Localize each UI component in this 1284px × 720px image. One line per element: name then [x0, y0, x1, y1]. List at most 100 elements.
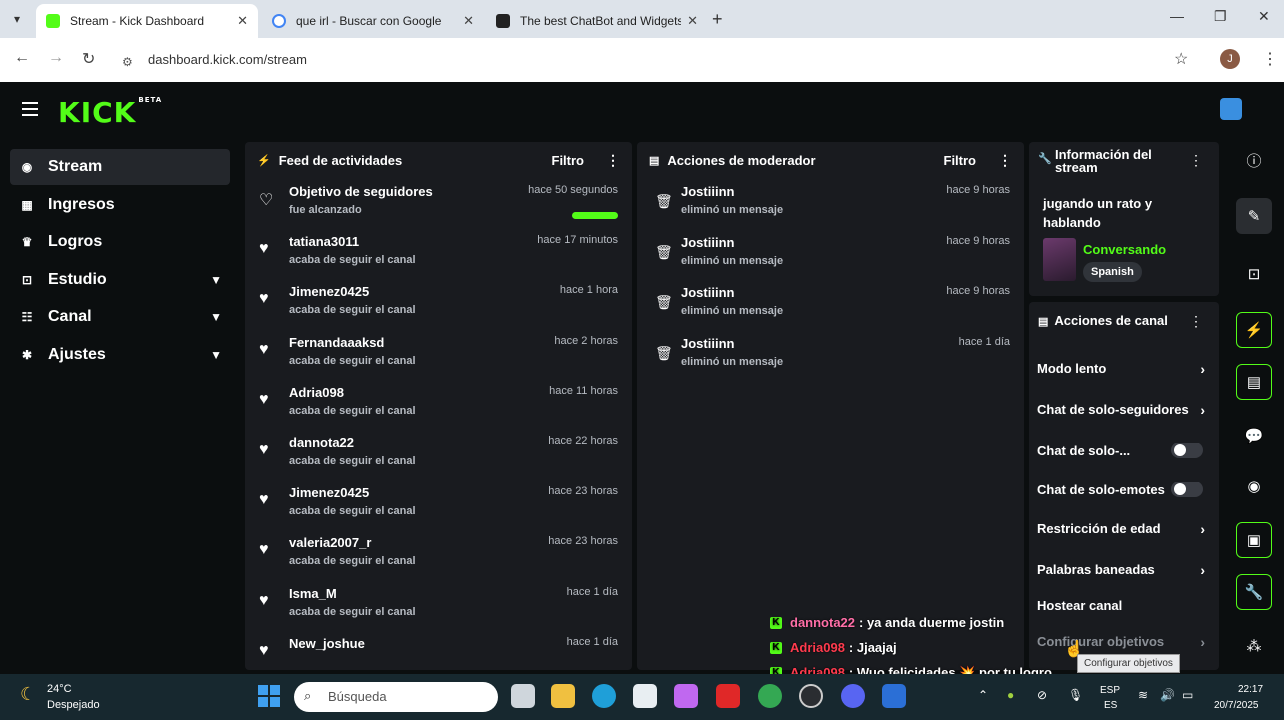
weather-desc[interactable]: Despejado — [47, 699, 100, 711]
sidebar-item-ingresos[interactable]: ▦ Ingresos — [10, 187, 230, 223]
sidebar-item-logros[interactable]: ♛ Logros — [10, 224, 230, 260]
discord-icon[interactable] — [841, 684, 865, 708]
taskbar-search[interactable]: Búsqueda — [294, 682, 498, 712]
more-options-icon[interactable]: ⋮ — [998, 152, 1012, 169]
list-item[interactable]: 🗑 Jostiiinn eliminó un mensaje hace 9 ho… — [637, 178, 1024, 229]
microphone-icon[interactable]: 🎙 — [1068, 688, 1083, 702]
reload-icon[interactable]: ↻ — [82, 49, 95, 69]
document-icon[interactable]: ▤ — [1236, 364, 1272, 400]
chevron-right-icon: › — [1200, 634, 1205, 649]
more-options-icon[interactable]: ⋮ — [606, 152, 620, 169]
emotes-only-toggle[interactable] — [1171, 482, 1203, 497]
emotes-only-chat-row[interactable]: Chat de solo-emotes — [1037, 482, 1211, 497]
weather-temp[interactable]: 24°C — [47, 683, 72, 695]
category-link[interactable]: Conversando — [1083, 242, 1166, 257]
channel-actions-icon[interactable]: ▣ — [1236, 522, 1272, 558]
list-item[interactable]: ♡ Objetivo de seguidores fue alcanzado h… — [245, 178, 632, 228]
maximize-icon[interactable]: ❐ — [1214, 8, 1227, 25]
info-icon[interactable]: ⓘ — [1236, 142, 1272, 178]
obs-icon[interactable] — [799, 684, 823, 708]
moderator-actions-header: ▤ Acciones de moderador Filtro ⋮ — [637, 142, 1024, 178]
volume-icon[interactable]: 🔊 — [1160, 688, 1175, 702]
screen-capture-icon[interactable]: ⊡ — [1236, 256, 1272, 292]
tab-kick-dashboard[interactable]: Stream - Kick Dashboard ✕ — [36, 4, 258, 38]
list-item[interactable]: ♥ Isma_M acaba de seguir el canal hace 1… — [245, 580, 632, 630]
more-options-icon[interactable]: ⋮ — [1189, 313, 1203, 330]
edit-pencil-icon[interactable]: ✎ — [1236, 198, 1272, 234]
language-indicator[interactable]: ESP — [1100, 685, 1120, 696]
tab-search-icon[interactable]: ▾ — [6, 8, 28, 30]
file-explorer-icon[interactable] — [551, 684, 575, 708]
sidebar-item-canal[interactable]: ☷ Canal ▼ — [10, 299, 230, 335]
more-options-icon[interactable]: ⋮ — [1189, 152, 1203, 169]
list-item[interactable]: ♥ Adria098 acaba de seguir el canal hace… — [245, 379, 632, 429]
host-channel-row[interactable]: Hostear canal — [1037, 598, 1211, 613]
close-tab-icon[interactable]: ✕ — [687, 13, 698, 29]
list-item[interactable]: ♥ Fernandaaaksd acaba de seguir el canal… — [245, 329, 632, 379]
list-item[interactable]: ♥ New_joshue hace 1 día — [245, 630, 632, 670]
subscribers-only-toggle[interactable] — [1171, 443, 1203, 458]
widgets-icon[interactable]: ⁂ — [1236, 628, 1272, 664]
wps-icon[interactable] — [716, 684, 740, 708]
close-window-icon[interactable]: ✕ — [1258, 8, 1270, 25]
app-icon[interactable] — [882, 684, 906, 708]
list-item[interactable]: 🗑 Jostiiinn eliminó un mensaje hace 9 ho… — [637, 279, 1024, 330]
close-tab-icon[interactable]: ✕ — [463, 13, 474, 29]
list-item[interactable]: ♥ dannota22 acaba de seguir el canal hac… — [245, 429, 632, 479]
list-item[interactable]: ♥ Jimenez0425 acaba de seguir el canal h… — [245, 278, 632, 328]
close-tab-icon[interactable]: ✕ — [237, 13, 248, 29]
chevron-up-icon[interactable]: ⌃ — [978, 688, 988, 702]
sidebar-item-ajustes[interactable]: ✱ Ajustes ▼ — [10, 337, 230, 373]
site-info-icon[interactable]: ⚙ — [122, 55, 133, 69]
browser-menu-icon[interactable]: ⋮ — [1262, 49, 1278, 69]
notifications-muted-icon[interactable]: ⊘ — [1037, 688, 1047, 702]
battery-icon[interactable]: ▭ — [1182, 688, 1193, 702]
tab-google-search[interactable]: que irl - Buscar con Google ✕ — [262, 4, 484, 38]
feed-item-time: hace 1 día — [566, 585, 618, 598]
lightning-icon[interactable]: ⚡ — [1236, 312, 1272, 348]
subscribers-only-chat-row[interactable]: Chat de solo-... — [1037, 443, 1211, 458]
slow-mode-row[interactable]: Modo lento › — [1037, 361, 1211, 376]
list-item[interactable]: 🗑 Jostiiinn eliminó un mensaje hace 9 ho… — [637, 229, 1024, 280]
sidebar-item-stream[interactable]: ◉ Stream — [10, 149, 230, 185]
store-icon[interactable] — [633, 684, 657, 708]
wifi-icon[interactable]: ≋ — [1138, 688, 1148, 702]
start-button[interactable] — [258, 685, 280, 707]
filter-button[interactable]: Filtro — [944, 153, 977, 168]
new-tab-icon[interactable]: + — [712, 9, 723, 30]
kick-logo[interactable]: KICK BETA — [58, 96, 162, 129]
profile-avatar[interactable]: J — [1220, 49, 1240, 69]
list-item[interactable]: ♥ valeria2007_r acaba de seguir el canal… — [245, 529, 632, 579]
forward-icon[interactable]: → — [48, 49, 64, 67]
tab-chatbot[interactable]: The best ChatBot and Widgets ✕ — [486, 4, 708, 38]
tray-app-icon[interactable]: ● — [1007, 688, 1014, 702]
age-restriction-row[interactable]: Restricción de edad › — [1037, 521, 1211, 536]
back-icon[interactable]: ← — [14, 49, 30, 67]
clock-time[interactable]: 22:17 — [1238, 684, 1263, 695]
minimize-icon[interactable]: — — [1170, 8, 1184, 24]
list-item[interactable]: ♥ tatiana3011 acaba de seguir el canal h… — [245, 228, 632, 278]
address-bar[interactable]: dashboard.kick.com/stream — [112, 44, 1212, 76]
sidebar-item-estudio[interactable]: ⊡ Estudio ▼ — [10, 262, 230, 298]
followers-only-chat-row[interactable]: Chat de solo-seguidores › — [1037, 402, 1211, 417]
chat-bubble-icon[interactable]: 💬 — [1236, 418, 1272, 454]
broadcast-icon[interactable]: ◉ — [1236, 468, 1272, 504]
list-item[interactable]: 🗑 Jostiiinn eliminó un mensaje hace 1 dí… — [637, 330, 1024, 381]
edge-icon[interactable] — [592, 684, 616, 708]
moon-weather-icon[interactable]: ☾ — [20, 684, 36, 705]
list-item[interactable]: ♥ Jimenez0425 acaba de seguir el canal h… — [245, 479, 632, 529]
clock-date[interactable]: 20/7/2025 — [1214, 700, 1259, 711]
feed-item-subtitle: fue alcanzado — [289, 204, 362, 216]
copilot-icon[interactable] — [674, 684, 698, 708]
tab-title: The best ChatBot and Widgets — [520, 14, 682, 28]
filter-button[interactable]: Filtro — [552, 153, 585, 168]
bookmark-star-icon[interactable]: ☆ — [1174, 49, 1188, 69]
task-view-icon[interactable] — [511, 684, 535, 708]
banned-words-row[interactable]: Palabras baneadas › — [1037, 562, 1211, 577]
keyboard-layout[interactable]: ES — [1104, 700, 1117, 711]
chrome-icon[interactable] — [758, 684, 782, 708]
hamburger-menu-icon[interactable] — [22, 102, 38, 116]
wrench-icon[interactable]: 🔧 — [1236, 574, 1272, 610]
user-avatar[interactable] — [1220, 98, 1242, 120]
activity-feed-panel: ⚡ Feed de actividades Filtro ⋮ ♡ Objetiv… — [245, 142, 632, 670]
